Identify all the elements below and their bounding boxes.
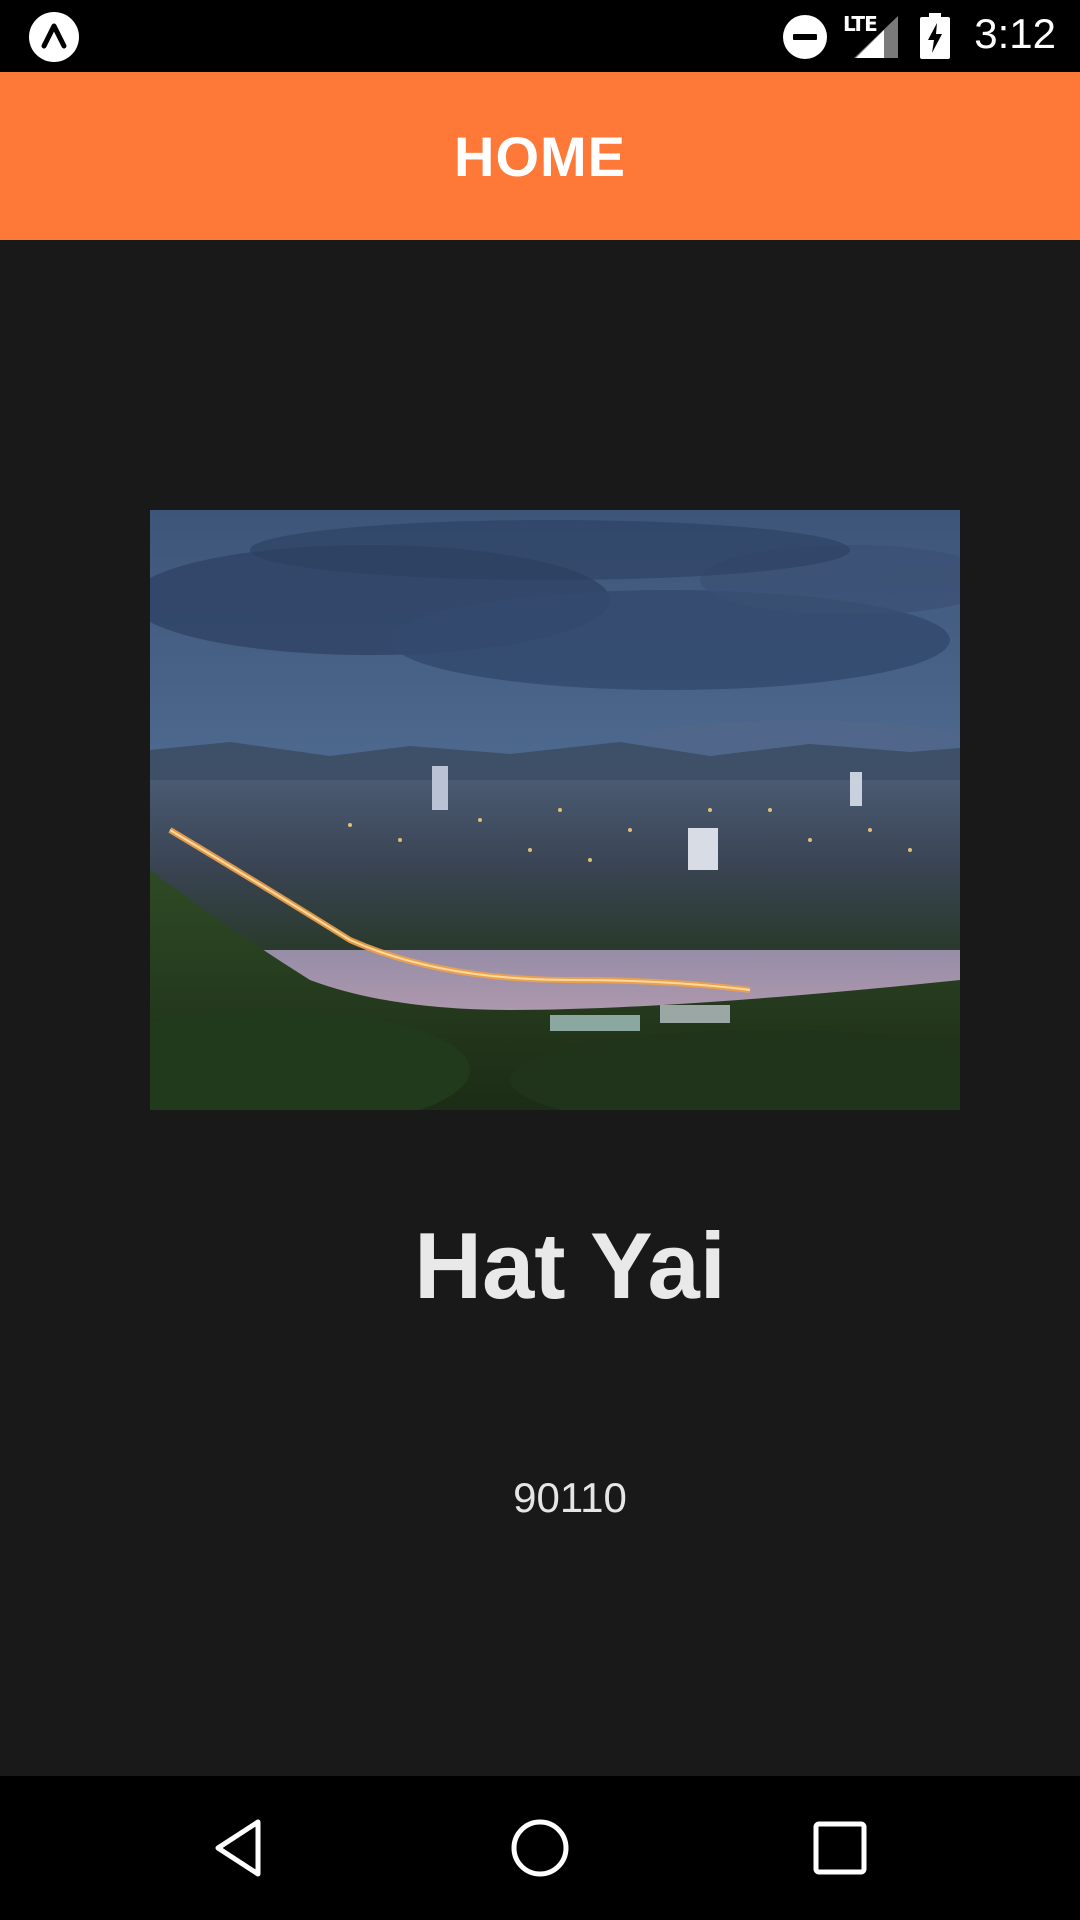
- recents-icon[interactable]: [800, 1808, 880, 1888]
- back-icon[interactable]: [200, 1808, 280, 1888]
- screen: LTE 3:12 HOME Hat Yai 90110: [0, 0, 1080, 1920]
- system-nav-bar: [0, 1776, 1080, 1920]
- status-clock: 3:12: [974, 10, 1056, 57]
- page-title: HOME: [454, 124, 626, 188]
- app-badge-icon: [29, 12, 79, 62]
- app-toolbar: HOME: [0, 72, 1080, 240]
- status-bar: LTE 3:12: [0, 0, 1080, 72]
- signal-icon: [854, 16, 898, 58]
- city-photo: [150, 510, 960, 1110]
- battery-charging-icon: [920, 13, 950, 59]
- home-icon[interactable]: [500, 1808, 580, 1888]
- do-not-disturb-icon: [783, 15, 827, 59]
- postal-code: 90110: [513, 1474, 627, 1521]
- city-name: Hat Yai: [414, 1213, 726, 1318]
